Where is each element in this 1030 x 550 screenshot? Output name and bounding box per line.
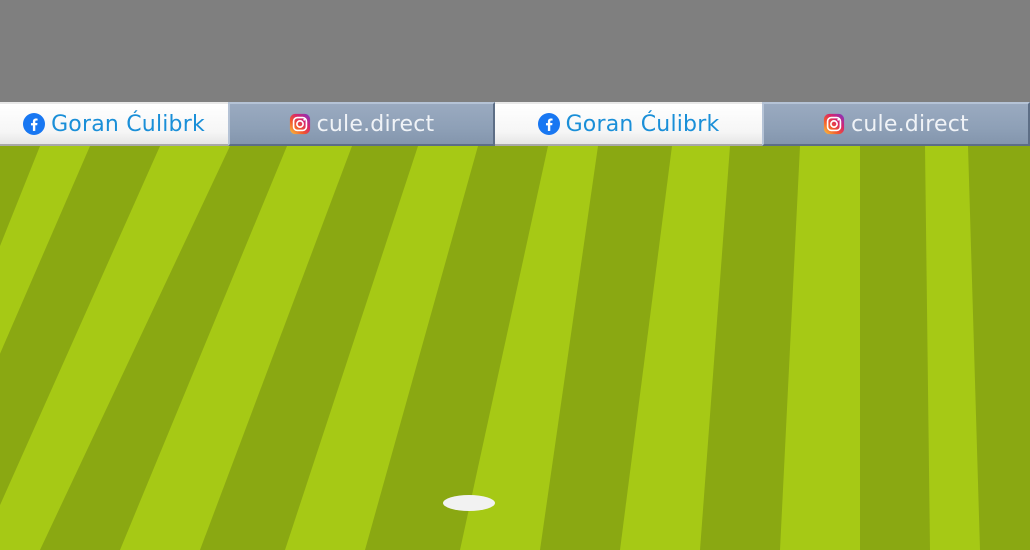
grass-stripes — [0, 146, 1030, 550]
grass-field — [0, 146, 1030, 550]
facebook-name: Goran Ćulibrk — [565, 111, 720, 137]
facebook-button[interactable]: Goran Ćulibrk — [0, 102, 228, 146]
facebook-name: Goran Ćulibrk — [51, 111, 205, 137]
instagram-button[interactable]: cule.direct — [762, 102, 1030, 146]
game-screen: Goran Ćulibrk cule.direct Goran Ćulibrk … — [0, 0, 1030, 550]
social-banner: Goran Ćulibrk cule.direct Goran Ćulibrk … — [0, 102, 1030, 146]
instagram-button[interactable]: cule.direct — [228, 102, 495, 146]
sky-background — [0, 0, 1030, 102]
facebook-icon — [537, 113, 560, 135]
instagram-handle: cule.direct — [316, 111, 435, 137]
facebook-button[interactable]: Goran Ćulibrk — [495, 102, 762, 146]
instagram-icon — [289, 113, 310, 135]
instagram-icon — [824, 113, 845, 135]
facebook-icon — [23, 113, 46, 135]
ball[interactable] — [443, 495, 495, 511]
instagram-handle: cule.direct — [851, 111, 969, 137]
